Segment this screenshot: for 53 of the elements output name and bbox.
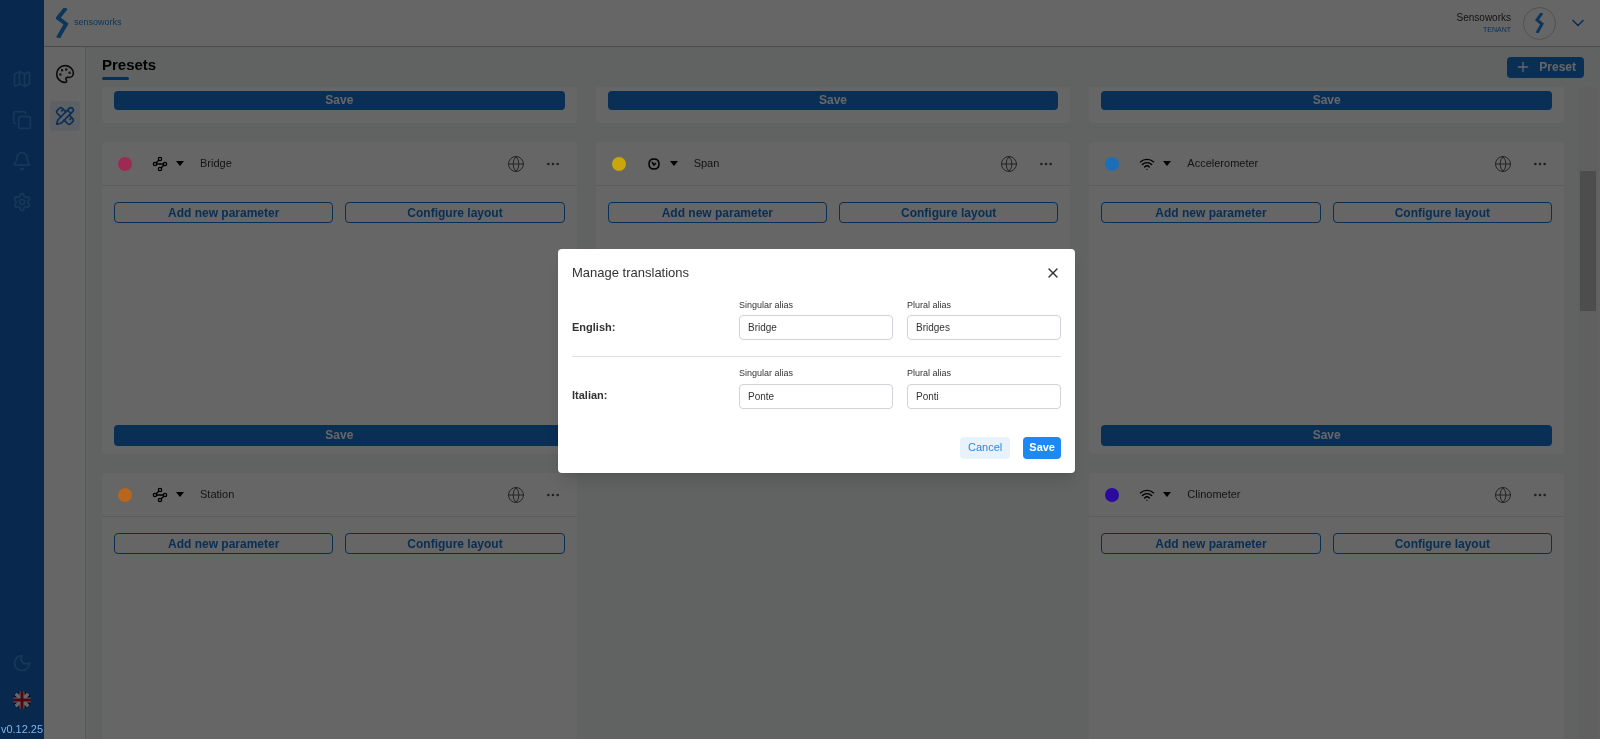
logo-text: sensoworks xyxy=(74,16,122,30)
translations-icon[interactable] xyxy=(506,154,525,173)
save-button[interactable]: Save xyxy=(607,90,1059,110)
save-button[interactable]: Save xyxy=(114,90,565,110)
preset-name: Clinometer xyxy=(1187,487,1241,503)
outline-button[interactable]: Add new parameter xyxy=(114,533,334,554)
translations-icon[interactable] xyxy=(506,485,525,504)
singular-alias-input[interactable]: Bridge xyxy=(739,315,893,340)
save-button[interactable]: Save xyxy=(1101,424,1552,446)
page-title: Presets xyxy=(102,55,157,76)
translations-icon[interactable] xyxy=(1494,485,1512,504)
add-preset-button[interactable]: Preset xyxy=(1507,56,1584,78)
outline-button[interactable]: Add new parameter xyxy=(607,202,827,223)
outline-button[interactable]: Configure layout xyxy=(345,202,565,223)
outline-button[interactable]: Configure layout xyxy=(1332,533,1552,554)
logo-icon xyxy=(56,8,70,38)
outline-button[interactable]: Configure layout xyxy=(1332,202,1552,223)
user-name: Sensoworks xyxy=(1456,11,1511,26)
preset-name: Bridge xyxy=(200,156,232,172)
caret-icon[interactable] xyxy=(1163,161,1172,166)
outline-button[interactable]: Add new parameter xyxy=(114,202,334,223)
field-label: Plural alias xyxy=(907,298,953,312)
preset-name: Accelerometer xyxy=(1187,156,1259,172)
outline-button[interactable]: Add new parameter xyxy=(1101,202,1321,223)
uk-flag-icon[interactable] xyxy=(13,690,31,709)
caret-icon[interactable] xyxy=(669,161,678,166)
translations-icon[interactable] xyxy=(1494,154,1512,173)
field-label: Singular alias xyxy=(739,367,795,380)
save-button[interactable]: Save xyxy=(1101,90,1552,110)
caret-icon[interactable] xyxy=(176,161,184,166)
plural-alias-input[interactable]: Bridges xyxy=(907,315,1061,340)
dialog-save-button[interactable]: Save xyxy=(1023,436,1061,459)
plural-alias-input[interactable]: Ponti xyxy=(907,383,1061,409)
translations-icon[interactable] xyxy=(1000,154,1019,173)
version-label: v0.12.25 xyxy=(0,721,44,737)
singular-alias-input[interactable]: Ponte xyxy=(739,383,893,409)
language-label: English: xyxy=(572,319,617,335)
nodes-icon xyxy=(152,486,168,503)
design-tools-icon[interactable] xyxy=(49,101,80,131)
caret-icon[interactable] xyxy=(176,492,184,497)
field-label: Singular alias xyxy=(739,298,795,312)
preset-name: Span xyxy=(693,156,720,172)
outline-button[interactable]: Add new parameter xyxy=(1101,533,1321,554)
field-label: Plural alias xyxy=(907,367,953,380)
caret-icon[interactable] xyxy=(1163,492,1172,497)
outline-button[interactable]: Configure layout xyxy=(345,533,565,554)
cancel-button[interactable]: Cancel xyxy=(960,436,1011,459)
dialog-title: Manage translations xyxy=(572,264,690,282)
blob-icon xyxy=(645,155,662,172)
preset-name: Station xyxy=(200,487,235,503)
language-label: Italian: xyxy=(572,388,609,403)
outline-button[interactable]: Configure layout xyxy=(839,202,1059,223)
nodes-icon xyxy=(152,155,168,172)
